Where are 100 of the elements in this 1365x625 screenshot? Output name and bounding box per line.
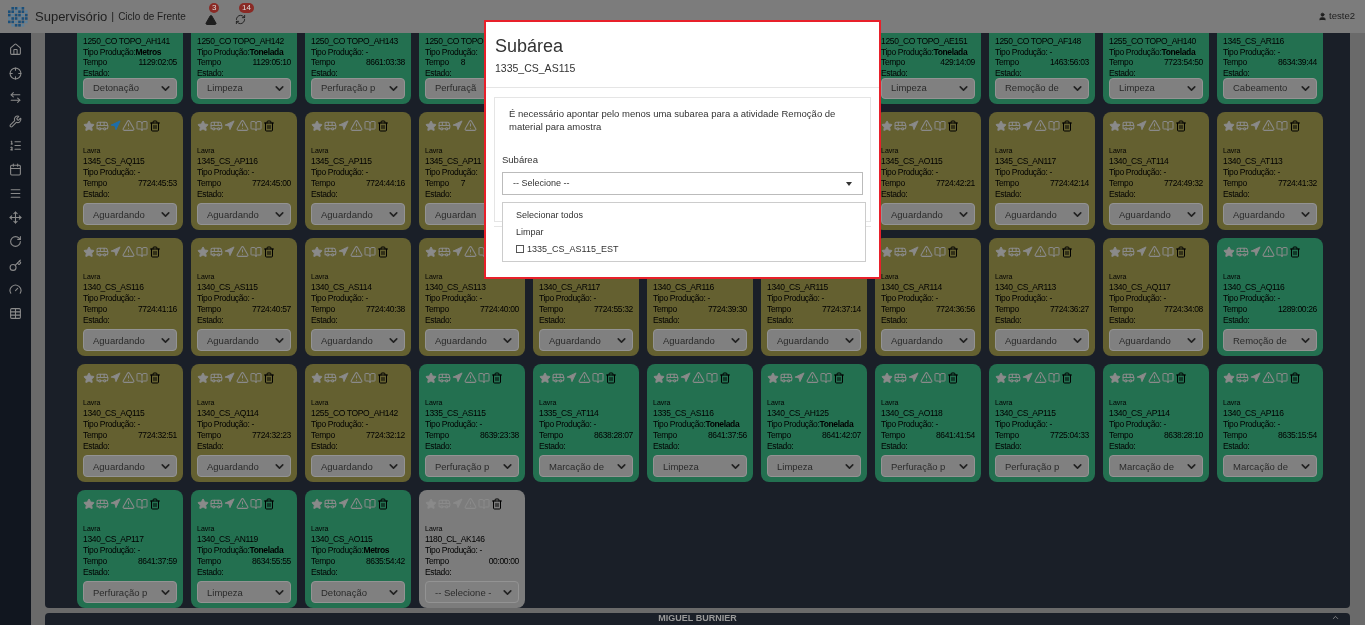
state-select[interactable]: Aguardando [311, 203, 405, 225]
warning-icon[interactable] [1148, 371, 1161, 384]
state-select[interactable]: Aguardando [197, 455, 291, 477]
trash-icon[interactable] [263, 497, 275, 510]
book-icon[interactable] [364, 119, 376, 132]
rotate-icon[interactable] [9, 235, 22, 248]
book-icon[interactable] [136, 245, 148, 258]
bus-icon[interactable] [438, 245, 451, 258]
state-select[interactable]: Remoção de [1223, 329, 1317, 351]
star-icon[interactable] [1109, 119, 1121, 132]
star-icon[interactable] [83, 245, 95, 258]
trash-icon[interactable] [377, 245, 389, 258]
trash-icon[interactable] [1289, 371, 1301, 384]
star-icon[interactable] [83, 119, 95, 132]
state-select[interactable]: Limpeza [197, 581, 291, 603]
trash-icon[interactable] [947, 245, 959, 258]
trash-icon[interactable] [263, 119, 275, 132]
state-select[interactable]: Perfuração p [311, 78, 405, 99]
star-icon[interactable] [197, 497, 209, 510]
notification-button[interactable] [203, 12, 218, 27]
warning-icon[interactable] [236, 371, 249, 384]
star-icon[interactable] [1109, 245, 1121, 258]
warning-icon[interactable] [464, 119, 477, 132]
location-arrow-icon[interactable] [908, 120, 919, 131]
location-arrow-icon[interactable] [1250, 246, 1261, 257]
warning-icon[interactable] [1262, 371, 1275, 384]
bus-icon[interactable] [210, 497, 223, 510]
book-icon[interactable] [592, 371, 604, 384]
warning-icon[interactable] [464, 245, 477, 258]
state-select[interactable]: Limpeza [653, 455, 747, 477]
bus-icon[interactable] [780, 371, 793, 384]
location-arrow-icon[interactable] [224, 498, 235, 509]
state-select[interactable]: Aguardando [995, 329, 1089, 351]
book-icon[interactable] [1162, 245, 1174, 258]
state-select[interactable]: Aguardando [1223, 203, 1317, 225]
warning-icon[interactable] [1034, 245, 1047, 258]
bus-icon[interactable] [324, 497, 337, 510]
warning-icon[interactable] [122, 371, 135, 384]
trash-icon[interactable] [149, 245, 161, 258]
state-select[interactable]: Cabeamento [1223, 78, 1317, 99]
state-select[interactable]: -- Selecione - [425, 581, 519, 603]
trash-icon[interactable] [1175, 119, 1187, 132]
warning-icon[interactable] [1262, 245, 1275, 258]
state-select[interactable]: Aguardando [425, 329, 519, 351]
chevron-up-icon[interactable] [1331, 613, 1340, 622]
book-icon[interactable] [1276, 371, 1288, 384]
location-arrow-icon[interactable] [566, 372, 577, 383]
location-arrow-icon[interactable] [452, 372, 463, 383]
star-icon[interactable] [311, 119, 323, 132]
bus-icon[interactable] [1122, 119, 1135, 132]
trash-icon[interactable] [1175, 245, 1187, 258]
bus-icon[interactable] [96, 245, 109, 258]
warning-icon[interactable] [236, 119, 249, 132]
book-icon[interactable] [1048, 245, 1060, 258]
location-arrow-icon[interactable] [1136, 120, 1147, 131]
state-select[interactable]: Remoção de [995, 78, 1089, 99]
home-icon[interactable] [9, 43, 22, 56]
location-arrow-icon[interactable] [338, 372, 349, 383]
state-select[interactable]: Marcação de [539, 455, 633, 477]
bus-icon[interactable] [96, 371, 109, 384]
warning-icon[interactable] [350, 245, 363, 258]
star-icon[interactable] [539, 371, 551, 384]
wrench-icon[interactable] [9, 115, 22, 128]
bus-icon[interactable] [210, 371, 223, 384]
star-icon[interactable] [425, 371, 437, 384]
bus-icon[interactable] [96, 119, 109, 132]
trash-icon[interactable] [263, 245, 275, 258]
bus-icon[interactable] [96, 497, 109, 510]
state-select[interactable]: Aguardando [311, 329, 405, 351]
trash-icon[interactable] [1175, 371, 1187, 384]
state-select[interactable]: Aguardando [881, 329, 975, 351]
book-icon[interactable] [250, 371, 262, 384]
star-icon[interactable] [197, 245, 209, 258]
star-icon[interactable] [653, 371, 665, 384]
star-icon[interactable] [881, 119, 893, 132]
book-icon[interactable] [934, 119, 946, 132]
star-icon[interactable] [1109, 371, 1121, 384]
trash-icon[interactable] [1061, 119, 1073, 132]
bus-icon[interactable] [1236, 371, 1249, 384]
move-icon[interactable] [9, 211, 22, 224]
dropdown-option[interactable]: Selecionar todos [516, 207, 584, 223]
location-arrow-icon[interactable] [110, 372, 121, 383]
state-select[interactable]: Perfuração p [425, 455, 519, 477]
state-select[interactable]: Aguardando [881, 203, 975, 225]
trash-icon[interactable] [491, 497, 503, 510]
trash-icon[interactable] [1061, 371, 1073, 384]
location-arrow-icon[interactable] [224, 372, 235, 383]
bus-icon[interactable] [210, 245, 223, 258]
bus-icon[interactable] [438, 371, 451, 384]
state-select[interactable]: Limpeza [1109, 78, 1203, 99]
state-select[interactable]: Aguardando [995, 203, 1089, 225]
trash-icon[interactable] [1289, 119, 1301, 132]
book-icon[interactable] [250, 119, 262, 132]
trash-icon[interactable] [377, 371, 389, 384]
star-icon[interactable] [995, 119, 1007, 132]
star-icon[interactable] [881, 245, 893, 258]
bus-icon[interactable] [894, 119, 907, 132]
trash-icon[interactable] [719, 371, 731, 384]
warning-icon[interactable] [122, 119, 135, 132]
state-select[interactable]: Aguardando [539, 329, 633, 351]
